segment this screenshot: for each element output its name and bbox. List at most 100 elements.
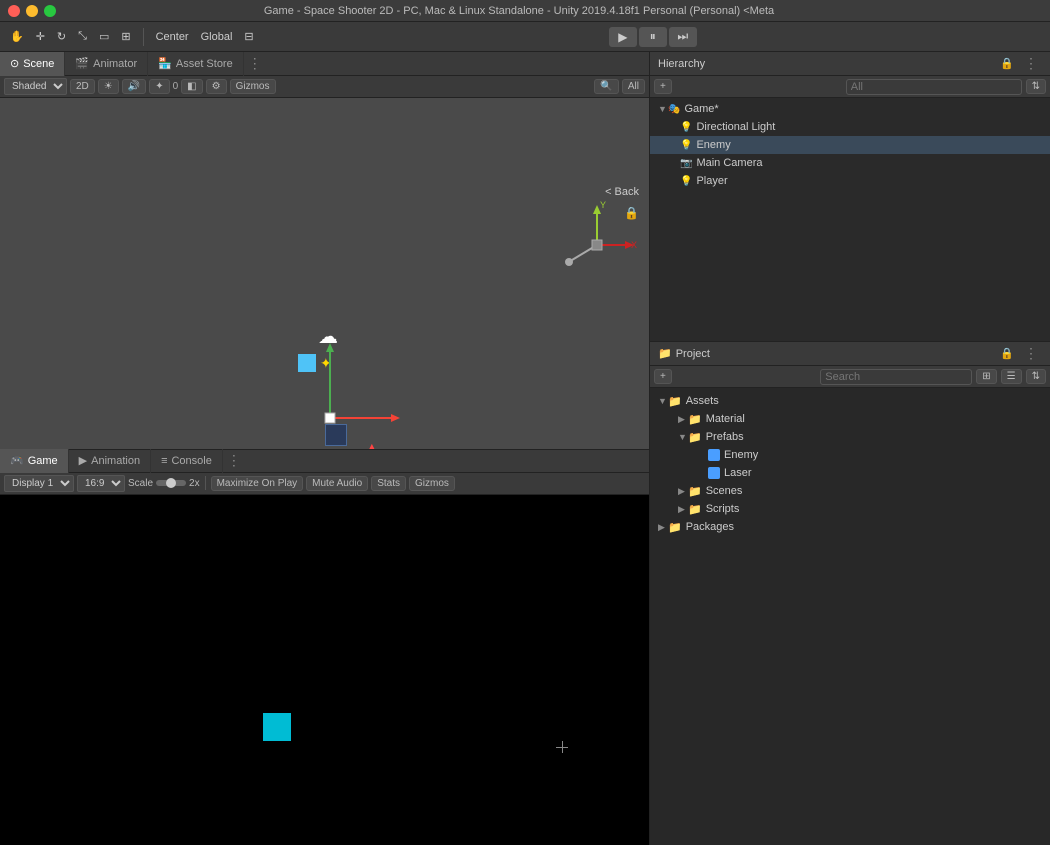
scene-tabs-more-button[interactable]: ⋮ bbox=[244, 55, 266, 72]
project-item-enemy[interactable]: Enemy bbox=[650, 446, 1050, 464]
hierarchy-lock-icon[interactable]: 🔒 bbox=[1000, 57, 1014, 70]
game-gizmos-button[interactable]: Gizmos bbox=[409, 476, 455, 491]
hidden-button[interactable]: ◧ bbox=[181, 79, 202, 94]
stats-button[interactable]: Stats bbox=[371, 476, 406, 491]
transform-tool-button[interactable]: ⊞ bbox=[117, 28, 134, 45]
assets-expand-arrow: ▼ bbox=[658, 396, 668, 406]
tab-game[interactable]: 🎮 Game bbox=[0, 449, 69, 473]
effects-button[interactable]: ✦ bbox=[149, 79, 169, 94]
gizmos-button[interactable]: Gizmos bbox=[230, 79, 276, 94]
project-item-material[interactable]: ▶ 📁 Material bbox=[650, 410, 1050, 428]
hier-label-main-camera: Main Camera bbox=[696, 157, 762, 169]
project-item-assets[interactable]: ▼ 📁 Assets bbox=[650, 392, 1050, 410]
maximize-on-play-button[interactable]: Maximize On Play bbox=[211, 476, 304, 491]
hierarchy-sort-button[interactable]: ⇅ bbox=[1026, 79, 1046, 94]
tab-animator[interactable]: 🎬 Animator bbox=[65, 52, 148, 76]
scale-tool-button[interactable]: ⤡ bbox=[74, 28, 91, 45]
enemy-icon: 💡 bbox=[680, 140, 692, 151]
project-item-packages[interactable]: ▶ 📁 Packages bbox=[650, 518, 1050, 536]
game-blue-square bbox=[263, 713, 291, 741]
minimize-button[interactable] bbox=[26, 5, 38, 17]
scene-view[interactable]: < Back 🔒 Y X ☁ bbox=[0, 98, 649, 449]
all-button[interactable]: All bbox=[622, 79, 645, 94]
play-button[interactable]: ▶ bbox=[609, 27, 637, 47]
mute-audio-button[interactable]: Mute Audio bbox=[306, 476, 368, 491]
hier-label-directional-light: Directional Light bbox=[696, 121, 775, 133]
tab-scene[interactable]: ⊙ Scene bbox=[0, 52, 65, 76]
game-view[interactable] bbox=[0, 495, 649, 845]
project-add-button[interactable]: + bbox=[654, 369, 672, 384]
game-tabs-more-button[interactable]: ⋮ bbox=[223, 452, 245, 469]
search-button[interactable]: 🔍 bbox=[594, 79, 618, 94]
hierarchy-item-directional-light[interactable]: 💡 Directional Light bbox=[650, 118, 1050, 136]
assetstore-tab-label: Asset Store bbox=[176, 58, 233, 70]
hierarchy-toolbar: + ⇅ bbox=[650, 76, 1050, 98]
hand-tool-button[interactable]: ✋ bbox=[6, 28, 28, 45]
animation-tab-icon: ▶ bbox=[79, 454, 87, 467]
project-toggle-2[interactable]: ☰ bbox=[1001, 369, 1022, 384]
hierarchy-item-player[interactable]: 💡 Player bbox=[650, 172, 1050, 190]
project-toggle-1[interactable]: ⊞ bbox=[976, 369, 996, 384]
scripts-label: Scripts bbox=[706, 503, 740, 515]
step-button[interactable]: ⏭ bbox=[669, 27, 697, 47]
project-toolbar: + ⊞ ☰ ⇅ bbox=[650, 366, 1050, 388]
hierarchy-item-game[interactable]: ▼ 🎭 Game* bbox=[650, 100, 1050, 118]
hierarchy-section: Hierarchy 🔒 ⋮ + ⇅ ▼ 🎭 Game* bbox=[650, 52, 1050, 342]
scale-label: Scale bbox=[128, 478, 153, 489]
game-tabs: 🎮 Game ▶ Animation ≡ Console ⋮ bbox=[0, 449, 649, 473]
hierarchy-item-enemy[interactable]: 💡 Enemy bbox=[650, 136, 1050, 154]
rotate-tool-button[interactable]: ↻ bbox=[53, 28, 70, 45]
project-search-input[interactable] bbox=[820, 369, 972, 385]
project-sort-button[interactable]: ⇅ bbox=[1026, 369, 1046, 384]
console-tab-label: Console bbox=[171, 455, 211, 467]
tab-assetstore[interactable]: 🏪 Asset Store bbox=[148, 52, 244, 76]
project-item-prefabs[interactable]: ▼ 📁 Prefabs bbox=[650, 428, 1050, 446]
tab-animation[interactable]: ▶ Animation bbox=[69, 449, 151, 473]
shading-dropdown[interactable]: Shaded bbox=[4, 78, 67, 95]
expand-arrow-game: ▼ bbox=[658, 104, 668, 114]
lighting-button[interactable]: ☀ bbox=[98, 79, 119, 94]
pause-button[interactable]: ⏸ bbox=[639, 27, 667, 47]
2d-toggle-button[interactable]: 2D bbox=[70, 79, 95, 94]
project-section: 📁 Project 🔒 ⋮ + ⊞ ☰ ⇅ ▼ 📁 bbox=[650, 342, 1050, 845]
project-lock-icon[interactable]: 🔒 bbox=[1000, 347, 1014, 360]
animation-tab-label: Animation bbox=[91, 455, 140, 467]
scripts-expand-arrow: ▶ bbox=[678, 504, 688, 515]
tab-console[interactable]: ≡ Console bbox=[151, 449, 223, 473]
scene-tab-label: Scene bbox=[23, 58, 54, 70]
rect-tool-button[interactable]: ▭ bbox=[95, 28, 113, 45]
light-icon: 💡 bbox=[680, 122, 692, 133]
scene-effects-button[interactable]: ⚙ bbox=[206, 79, 227, 94]
global-toggle-button[interactable]: Global bbox=[197, 29, 237, 45]
hierarchy-more-button[interactable]: ⋮ bbox=[1020, 55, 1042, 72]
scale-slider-track[interactable] bbox=[156, 480, 186, 486]
audio-button[interactable]: 🔊 bbox=[122, 79, 146, 94]
project-item-scenes[interactable]: ▶ 📁 Scenes bbox=[650, 482, 1050, 500]
game-toolbar: Display 1 16:9 Scale 2x Maximize On Play… bbox=[0, 473, 649, 495]
project-item-laser[interactable]: Laser bbox=[650, 464, 1050, 482]
camera-icon: 📷 bbox=[680, 158, 692, 169]
resolution-dropdown[interactable]: 16:9 bbox=[77, 475, 125, 492]
assets-folder-icon: 📁 bbox=[668, 395, 682, 408]
hierarchy-add-button[interactable]: + bbox=[654, 79, 672, 94]
display-dropdown[interactable]: Display 1 bbox=[4, 475, 74, 492]
hierarchy-search-input[interactable] bbox=[846, 79, 1022, 95]
hier-label-enemy: Enemy bbox=[696, 139, 730, 151]
scale-slider-thumb[interactable] bbox=[166, 478, 176, 488]
grid-button[interactable]: ⊟ bbox=[240, 28, 257, 45]
center-toggle-button[interactable]: Center bbox=[152, 29, 193, 45]
close-button[interactable] bbox=[8, 5, 20, 17]
project-item-scripts[interactable]: ▶ 📁 Scripts bbox=[650, 500, 1050, 518]
laser-asset-label: Laser bbox=[724, 467, 752, 479]
hierarchy-item-main-camera[interactable]: 📷 Main Camera bbox=[650, 154, 1050, 172]
project-more-button[interactable]: ⋮ bbox=[1020, 345, 1042, 362]
move-tool-button[interactable]: ✛ bbox=[32, 28, 49, 45]
game-tab-icon: 🎮 bbox=[10, 454, 24, 467]
laser-asset-icon bbox=[708, 467, 720, 479]
scenes-folder-icon: 📁 bbox=[688, 485, 702, 498]
scene-icon: 🎭 bbox=[668, 104, 680, 115]
traffic-lights bbox=[8, 5, 56, 17]
scene-toolbar: Shaded 2D ☀ 🔊 ✦ 0 ◧ ⚙ Gizmos 🔍 All bbox=[0, 76, 649, 98]
maximize-button[interactable] bbox=[44, 5, 56, 17]
animator-tab-icon: 🎬 bbox=[75, 57, 89, 70]
